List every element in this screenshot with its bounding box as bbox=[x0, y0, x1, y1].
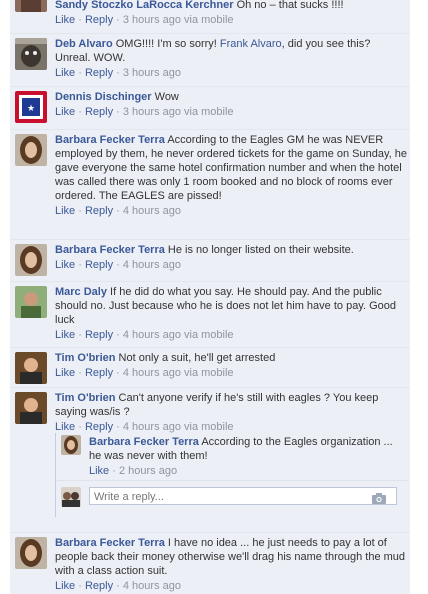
comment-author[interactable]: Marc Daly bbox=[55, 286, 107, 298]
avatar[interactable] bbox=[15, 38, 47, 70]
comment-item: Barbara Fecker Terra According to the Ea… bbox=[10, 129, 410, 235]
comment-item: Marc Daly If he did do what you say. He … bbox=[10, 281, 410, 344]
timestamp[interactable]: 4 hours ago via mobile bbox=[123, 329, 234, 341]
reply-thread: Barbara Fecker Terra According to the Ea… bbox=[55, 433, 408, 517]
avatar[interactable] bbox=[15, 244, 47, 276]
timestamp[interactable]: 2 hours ago bbox=[119, 465, 177, 477]
like-link[interactable]: Like bbox=[55, 67, 75, 79]
comment-text: Oh no – that sucks !!!! bbox=[233, 0, 344, 11]
avatar[interactable] bbox=[15, 352, 47, 384]
timestamp[interactable]: 3 hours ago via mobile bbox=[123, 14, 234, 26]
avatar[interactable]: ★ bbox=[15, 91, 47, 123]
comment-actions: Like · Reply · 4 hours ago bbox=[55, 205, 181, 217]
avatar[interactable] bbox=[15, 537, 47, 569]
reply-link[interactable]: Reply bbox=[85, 205, 113, 217]
comment-text: OMG!!!! I'm so sorry! bbox=[112, 38, 220, 50]
reply-item: Barbara Fecker Terra According to the Ea… bbox=[56, 433, 408, 479]
timestamp[interactable]: 4 hours ago via mobile bbox=[123, 421, 234, 433]
comment-text: Not only a suit, he'll get arrested bbox=[115, 352, 276, 364]
comment-text: He is no longer listed on their website. bbox=[164, 244, 354, 256]
timestamp[interactable]: 4 hours ago via mobile bbox=[123, 367, 234, 379]
reply-link[interactable]: Reply bbox=[85, 14, 113, 26]
timestamp[interactable]: 4 hours ago bbox=[123, 259, 181, 271]
timestamp[interactable]: 4 hours ago bbox=[123, 580, 181, 592]
comment-author[interactable]: Sandy Stoczko LaRocca Kerchner bbox=[55, 0, 234, 11]
comment-thread: Sandy Stoczko LaRocca Kerchner Oh no – t… bbox=[10, 0, 410, 594]
like-link[interactable]: Like bbox=[55, 329, 75, 341]
comment-actions: Like · Reply · 4 hours ago via mobile bbox=[55, 329, 234, 341]
reply-link[interactable]: Reply bbox=[85, 259, 113, 271]
comment-item: Barbara Fecker Terra He is no longer lis… bbox=[10, 239, 410, 278]
comment-item: Sandy Stoczko LaRocca Kerchner Oh no – t… bbox=[10, 0, 410, 26]
avatar[interactable] bbox=[15, 286, 47, 318]
svg-text:★: ★ bbox=[27, 103, 35, 113]
like-link[interactable]: Like bbox=[55, 106, 75, 118]
like-link[interactable]: Like bbox=[55, 259, 75, 271]
current-user-avatar bbox=[61, 487, 81, 507]
avatar[interactable] bbox=[15, 0, 47, 12]
reply-input[interactable]: Write a reply... bbox=[89, 487, 397, 505]
timestamp[interactable]: 3 hours ago bbox=[123, 67, 181, 79]
comment-author[interactable]: Barbara Fecker Terra bbox=[55, 134, 165, 146]
comment-text: Wow bbox=[151, 91, 179, 103]
camera-icon[interactable] bbox=[372, 492, 386, 504]
reply-actions: Like · 2 hours ago bbox=[89, 465, 178, 477]
reply-link[interactable]: Reply bbox=[85, 67, 113, 79]
comment-actions: Like · Reply · 3 hours ago via mobile bbox=[55, 14, 234, 26]
avatar[interactable] bbox=[15, 134, 47, 166]
like-link[interactable]: Like bbox=[55, 367, 75, 379]
avatar[interactable] bbox=[15, 392, 47, 424]
comment-item: Tim O'brien Not only a suit, he'll get a… bbox=[10, 347, 410, 386]
reply-link[interactable]: Reply bbox=[85, 329, 113, 341]
comment-actions: Like · Reply · 3 hours ago bbox=[55, 67, 181, 79]
comment-actions: Like · Reply · 4 hours ago via mobile bbox=[55, 367, 234, 379]
comment-author[interactable]: Barbara Fecker Terra bbox=[55, 244, 165, 256]
comment-author[interactable]: Deb Alvaro bbox=[55, 38, 113, 50]
comment-author[interactable]: Dennis Dischinger bbox=[55, 91, 152, 103]
reply-link[interactable]: Reply bbox=[85, 367, 113, 379]
reply-form: Write a reply... bbox=[56, 480, 408, 511]
timestamp[interactable]: 3 hours ago via mobile bbox=[123, 106, 234, 118]
comment-actions: Like · Reply · 4 hours ago bbox=[55, 580, 181, 592]
like-link[interactable]: Like bbox=[55, 14, 75, 26]
comment-item: Barbara Fecker Terra I have no idea ... … bbox=[10, 532, 410, 594]
like-link[interactable]: Like bbox=[89, 465, 109, 477]
comment-text: If he did do what you say. He should pay… bbox=[55, 286, 397, 326]
like-link[interactable]: Like bbox=[55, 421, 75, 433]
comment-actions: Like · Reply · 4 hours ago bbox=[55, 259, 181, 271]
reply-link[interactable]: Reply bbox=[85, 106, 113, 118]
avatar[interactable] bbox=[61, 435, 81, 455]
comment-author[interactable]: Barbara Fecker Terra bbox=[55, 537, 165, 549]
comment-actions: Like · Reply · 3 hours ago via mobile bbox=[55, 106, 234, 118]
like-link[interactable]: Like bbox=[55, 205, 75, 217]
mention-link[interactable]: Frank Alvaro bbox=[220, 38, 282, 50]
comment-author[interactable]: Tim O'brien bbox=[55, 352, 115, 364]
reply-input-placeholder: Write a reply... bbox=[94, 491, 164, 503]
reply-author[interactable]: Barbara Fecker Terra bbox=[89, 436, 199, 448]
comment-author[interactable]: Tim O'brien bbox=[55, 392, 115, 404]
comment-actions: Like · Reply · 4 hours ago via mobile bbox=[55, 421, 234, 433]
reply-link[interactable]: Reply bbox=[85, 421, 113, 433]
comment-item: ★ Dennis Dischinger Wow Like · Reply · 3… bbox=[10, 86, 410, 125]
like-link[interactable]: Like bbox=[55, 580, 75, 592]
timestamp[interactable]: 4 hours ago bbox=[123, 205, 181, 217]
reply-link[interactable]: Reply bbox=[85, 580, 113, 592]
comment-item: Deb Alvaro OMG!!!! I'm so sorry! Frank A… bbox=[10, 33, 410, 81]
